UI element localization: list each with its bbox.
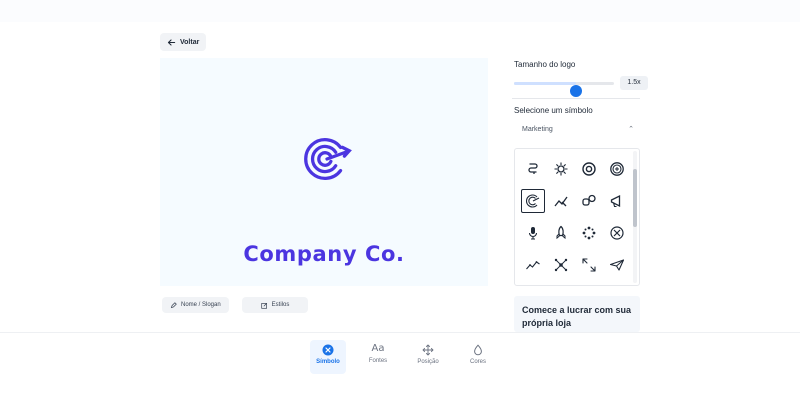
tab-fonts[interactable]: Aa Fontes [360,340,396,374]
symbol-grid-panel [514,148,640,286]
size-slider-fill [514,82,576,85]
cursor-chart-icon [554,196,568,207]
move-arrows-icon [422,344,434,356]
badge-circle-icon [610,162,624,176]
symbol-option[interactable] [521,253,545,277]
symbol-option[interactable] [577,221,601,245]
droplet-icon [474,344,482,356]
sidebar-divider [512,98,640,99]
styles-button[interactable]: Estilos [242,297,308,313]
size-value[interactable]: 1.5x [620,76,648,90]
target-arrow-icon [304,138,352,180]
company-name[interactable]: Company Co. [160,242,488,266]
chevron-updown-icon: ⌃ [628,126,634,133]
back-button[interactable]: Voltar [160,33,207,51]
symbol-option[interactable] [605,189,629,213]
symbol-option[interactable] [521,157,545,181]
tab-position[interactable]: Posição [410,340,446,374]
network-nodes-icon [554,258,568,272]
promo-text: Comece a lucrar com sua própria loja [522,305,632,328]
tab-colors[interactable]: Cores [460,340,496,374]
symbol-option[interactable] [605,253,629,277]
symbol-option[interactable] [549,253,573,277]
styles-label: Estilos [271,302,290,308]
microphone-icon [528,227,538,240]
dots-burst-icon [582,226,596,240]
back-label: Voltar [180,38,200,46]
tab-position-label: Posição [417,359,439,365]
target-arrow-icon [526,194,540,208]
size-label: Tamanho do logo [514,60,576,69]
trend-line-icon [526,261,540,270]
logo-editor-page: Voltar Company Co. Nome / Slogan Estilos… [0,0,800,400]
category-select[interactable]: Marketing ⌃ [514,122,640,138]
expand-arrows-icon [582,258,596,272]
font-aa-icon: Aa [371,343,385,354]
rocket-icon [556,225,566,240]
edit-box-icon [261,302,267,309]
squiggle-icon [528,163,538,174]
donut-circle-icon [582,162,596,176]
symbol-option[interactable] [577,253,601,277]
name-slogan-button[interactable]: Nome / Slogan [162,297,229,313]
tab-symbol-label: Símbolo [316,359,340,365]
sun-gear-icon [554,162,568,176]
symbol-option[interactable] [577,189,601,213]
symbol-option[interactable] [549,189,573,213]
promo-card[interactable]: Comece a lucrar com sua própria loja [514,296,640,332]
symbol-scrollbar[interactable] [633,151,637,283]
symbol-label: Selecione um símbolo [514,106,593,115]
symbol-option[interactable] [521,189,545,213]
size-control: 1.5x [514,74,648,97]
size-slider-thumb[interactable] [570,85,582,97]
pencil-icon [170,301,177,308]
megaphone-icon [610,194,621,208]
linked-shapes-icon [582,194,596,206]
symbol-option[interactable] [605,221,629,245]
paper-plane-icon [609,259,625,271]
top-strip [0,0,800,22]
bottom-separator [0,332,800,333]
size-slider[interactable] [514,82,614,97]
tab-symbol[interactable]: Símbolo [310,340,346,374]
symbol-scroll-thumb[interactable] [633,169,637,227]
symbol-option[interactable] [605,157,629,181]
symbol-option[interactable] [549,221,573,245]
arrow-left-icon [167,38,176,46]
bottom-nav: Símbolo Aa Fontes Posição Cores [310,340,500,374]
name-slogan-label: Nome / Slogan [181,302,221,308]
circle-x-icon [610,226,624,240]
tab-fonts-label: Fontes [368,358,388,364]
logo-canvas[interactable]: Company Co. [160,58,488,286]
symbol-option[interactable] [521,221,545,245]
symbol-option[interactable] [577,157,601,181]
symbol-icon [322,344,334,356]
symbol-grid [521,157,629,277]
category-value: Marketing [522,126,553,133]
symbol-option[interactable] [549,157,573,181]
tab-colors-label: Cores [469,359,486,365]
